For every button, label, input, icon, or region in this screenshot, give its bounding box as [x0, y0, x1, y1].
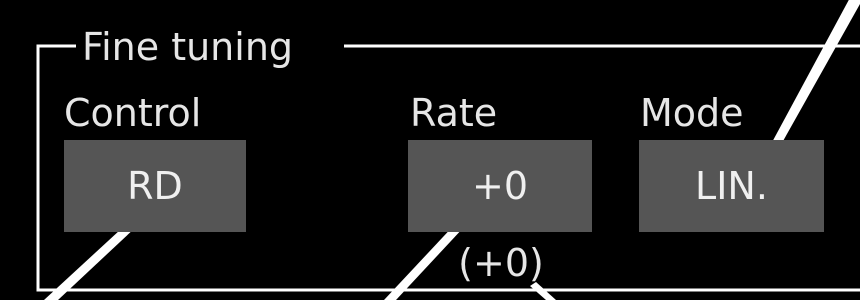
rate-button-value: +0 — [471, 164, 529, 208]
mode-label: Mode — [640, 91, 744, 135]
group-title: Fine tuning — [80, 22, 296, 72]
rate-button[interactable]: +0 — [408, 140, 592, 232]
mode-button[interactable]: LIN. — [639, 140, 824, 232]
mode-button-value: LIN. — [695, 164, 768, 208]
callout-line-mode — [770, 0, 860, 150]
control-label: Control — [64, 91, 202, 135]
rate-sub-value: (+0) — [458, 241, 544, 285]
control-button[interactable]: RD — [64, 140, 246, 232]
control-button-value: RD — [127, 164, 183, 208]
rate-label: Rate — [410, 91, 498, 135]
